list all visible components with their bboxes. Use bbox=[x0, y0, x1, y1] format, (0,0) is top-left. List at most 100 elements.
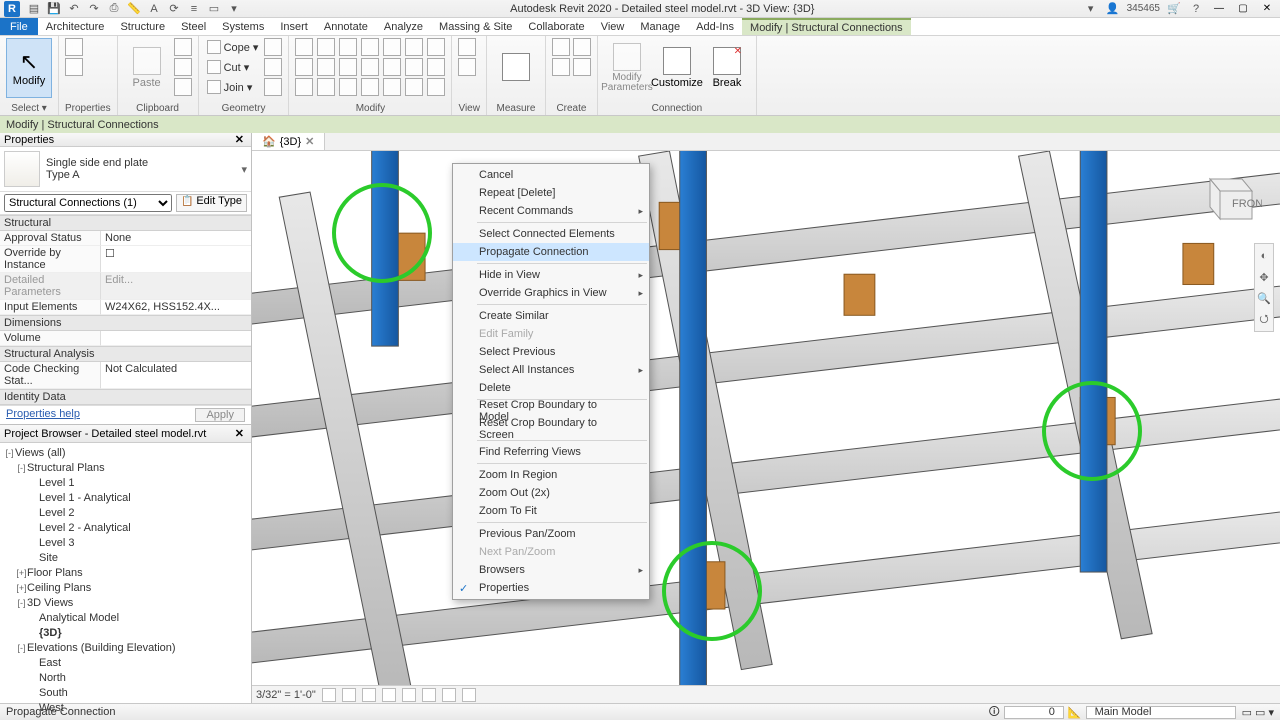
tree-node[interactable]: Level 2 bbox=[4, 505, 247, 520]
property-group-header[interactable]: Dimensions bbox=[0, 315, 251, 331]
context-menu-item[interactable]: Propagate Connection bbox=[453, 243, 649, 261]
context-menu-item[interactable]: Create Similar bbox=[453, 307, 649, 325]
context-menu-item[interactable]: Select Previous bbox=[453, 343, 649, 361]
project-browser-tree[interactable]: [-]Views (all)[-]Structural PlansLevel 1… bbox=[0, 443, 251, 717]
modify-tool-icon[interactable] bbox=[295, 58, 313, 76]
ribbon-tab[interactable]: View bbox=[593, 18, 633, 35]
modify-tool-icon[interactable] bbox=[339, 38, 357, 56]
measure-button[interactable] bbox=[493, 38, 539, 98]
context-menu-item[interactable]: Override Graphics in View bbox=[453, 284, 649, 302]
tree-node[interactable]: Level 2 - Analytical bbox=[4, 520, 247, 535]
modify-tool-button[interactable]: ↖Modify bbox=[6, 38, 52, 98]
modify-tool-icon[interactable] bbox=[427, 58, 445, 76]
ribbon-tab[interactable]: Massing & Site bbox=[431, 18, 520, 35]
hide-isolate-icon[interactable] bbox=[442, 688, 456, 702]
apply-button[interactable]: Apply bbox=[195, 408, 245, 422]
sun-path-icon[interactable] bbox=[362, 688, 376, 702]
workset-field[interactable]: Main Model bbox=[1095, 706, 1152, 718]
tree-node[interactable]: [-]3D Views bbox=[4, 595, 247, 610]
context-menu-item[interactable]: Select Connected Elements bbox=[453, 225, 649, 243]
measure-icon[interactable]: 📏 bbox=[126, 1, 142, 17]
cart-icon[interactable]: 🛒 bbox=[1166, 1, 1182, 17]
modify-tool-icon[interactable] bbox=[383, 58, 401, 76]
visual-style-icon[interactable] bbox=[342, 688, 356, 702]
geo-icon-1[interactable] bbox=[264, 38, 282, 56]
create-icon-2[interactable] bbox=[573, 38, 591, 56]
tree-node[interactable]: Site bbox=[4, 550, 247, 565]
tree-node[interactable]: East bbox=[4, 655, 247, 670]
context-menu-item[interactable]: Reset Crop Boundary to Screen bbox=[453, 420, 649, 438]
instance-filter[interactable]: Structural Connections (1) bbox=[4, 194, 172, 212]
modify-tool-icon[interactable] bbox=[405, 38, 423, 56]
crop-icon[interactable] bbox=[402, 688, 416, 702]
open-icon[interactable]: ▤ bbox=[26, 1, 42, 17]
property-row[interactable]: Detailed ParametersEdit... bbox=[0, 273, 251, 300]
property-row[interactable]: Volume bbox=[0, 331, 251, 346]
tree-node[interactable]: [-]Views (all) bbox=[4, 445, 247, 460]
modify-tool-icon[interactable] bbox=[317, 78, 335, 96]
search-icon[interactable]: ▾ bbox=[1083, 1, 1099, 17]
context-menu-item[interactable]: Hide in View bbox=[453, 266, 649, 284]
undo-icon[interactable]: ↶ bbox=[66, 1, 82, 17]
modify-tool-icon[interactable] bbox=[339, 78, 357, 96]
context-menu-item[interactable]: Previous Pan/Zoom bbox=[453, 525, 649, 543]
view-icon-1[interactable] bbox=[458, 38, 476, 56]
type-selector[interactable]: Single side end plateType A ▾ bbox=[0, 147, 251, 192]
ribbon-tab[interactable]: Systems bbox=[214, 18, 272, 35]
tree-node[interactable]: Level 1 - Analytical bbox=[4, 490, 247, 505]
file-tab[interactable]: File bbox=[0, 18, 38, 35]
create-icon-3[interactable] bbox=[552, 58, 570, 76]
ribbon-tab[interactable]: Steel bbox=[173, 18, 214, 35]
context-menu-item[interactable]: Find Referring Views bbox=[453, 443, 649, 461]
keynote-icon[interactable]: 👤 bbox=[1105, 1, 1121, 17]
pan-icon[interactable]: ✥ bbox=[1255, 268, 1273, 286]
context-menu-item[interactable]: Delete bbox=[453, 379, 649, 397]
navigation-bar[interactable]: ◐✥🔍⭯ bbox=[1254, 243, 1274, 332]
viewcube[interactable]: FRONT bbox=[1190, 161, 1262, 233]
geo-icon-2[interactable] bbox=[264, 58, 282, 76]
type-properties-icon[interactable] bbox=[65, 38, 83, 56]
modify-tool-icon[interactable] bbox=[361, 58, 379, 76]
property-group-header[interactable]: Structural bbox=[0, 215, 251, 231]
modify-tool-icon[interactable] bbox=[427, 78, 445, 96]
match-type-icon[interactable] bbox=[174, 78, 192, 96]
property-row[interactable]: Approval StatusNone bbox=[0, 231, 251, 246]
property-group-header[interactable]: Identity Data bbox=[0, 389, 251, 405]
tree-node[interactable]: Level 1 bbox=[4, 475, 247, 490]
modify-tool-icon[interactable] bbox=[383, 38, 401, 56]
context-menu-item[interactable]: Recent Commands bbox=[453, 202, 649, 220]
property-group-header[interactable]: Structural Analysis bbox=[0, 346, 251, 362]
tree-node[interactable]: South bbox=[4, 685, 247, 700]
ribbon-tab[interactable]: Insert bbox=[272, 18, 316, 35]
print-icon[interactable]: ⎙ bbox=[106, 1, 122, 17]
crop-region-icon[interactable] bbox=[422, 688, 436, 702]
cut-clipboard-icon[interactable] bbox=[174, 38, 192, 56]
save-icon[interactable]: 💾 bbox=[46, 1, 62, 17]
close-button[interactable]: ✕ bbox=[1258, 2, 1276, 16]
view-scale[interactable]: 3/32" = 1'-0" bbox=[256, 689, 316, 701]
create-icon-4[interactable] bbox=[573, 58, 591, 76]
modify-tool-icon[interactable] bbox=[317, 58, 335, 76]
ribbon-tab[interactable]: Add-Ins bbox=[688, 18, 742, 35]
help-icon[interactable]: ? bbox=[1188, 1, 1204, 17]
property-row[interactable]: Override by Instance☐ bbox=[0, 246, 251, 273]
ribbon-tab[interactable]: Manage bbox=[632, 18, 688, 35]
tree-node[interactable]: Analytical Model bbox=[4, 610, 247, 625]
copy-clipboard-icon[interactable] bbox=[174, 58, 192, 76]
tree-node[interactable]: [+]Ceiling Plans bbox=[4, 580, 247, 595]
tree-node[interactable]: Level 3 bbox=[4, 535, 247, 550]
modify-tool-icon[interactable] bbox=[295, 78, 313, 96]
text-icon[interactable]: A bbox=[146, 1, 162, 17]
ribbon-tab[interactable]: Analyze bbox=[376, 18, 431, 35]
modify-tool-icon[interactable] bbox=[295, 38, 313, 56]
context-menu-item[interactable]: Repeat [Delete] bbox=[453, 184, 649, 202]
close-hidden-icon[interactable]: ▭ bbox=[206, 1, 222, 17]
create-icon-1[interactable] bbox=[552, 38, 570, 56]
ribbon-tab[interactable]: Modify | Structural Connections bbox=[742, 18, 911, 35]
view-tab-close-icon[interactable]: ✕ bbox=[305, 135, 314, 148]
drawing-canvas[interactable] bbox=[252, 151, 1280, 685]
minimize-button[interactable]: — bbox=[1210, 2, 1228, 16]
tree-node[interactable]: [-]Elevations (Building Elevation) bbox=[4, 640, 247, 655]
context-menu-item[interactable]: Zoom Out (2x) bbox=[453, 484, 649, 502]
ribbon-tab[interactable]: Annotate bbox=[316, 18, 376, 35]
